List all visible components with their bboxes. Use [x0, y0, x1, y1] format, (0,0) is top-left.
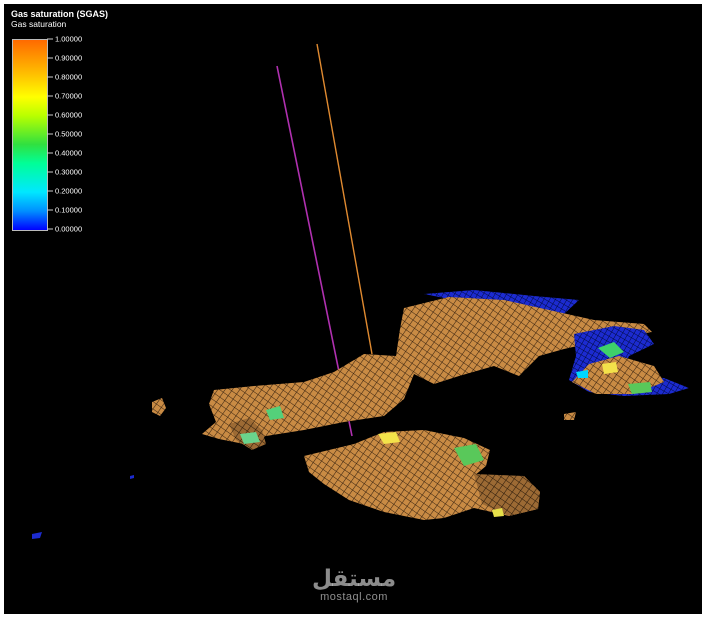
tick-label: 0.60000 — [55, 110, 83, 120]
tick-mark — [47, 38, 53, 40]
tick-mark — [47, 171, 53, 173]
tick-mark — [47, 95, 53, 97]
color-scale-ticks: 1.00000 0.90000 0.80000 0.70000 0.60000 0.500… — [47, 35, 117, 234]
watermark: مستقل mostaql.com — [304, 567, 404, 603]
tick-label: 0.40000 — [55, 148, 83, 158]
3d-viewport[interactable]: Gas saturation (SGAS) Gas saturation 1.0… — [4, 4, 702, 614]
legend-subtitle: Gas saturation — [11, 19, 67, 29]
tick-label: 0.30000 — [55, 167, 83, 177]
color-scale-tick: 0.30000 — [47, 168, 82, 177]
tick-mark — [47, 209, 53, 211]
color-scale-tick: 0.20000 — [47, 187, 82, 196]
tick-mark — [47, 228, 53, 230]
tick-label: 0.80000 — [55, 72, 83, 82]
tick-mark — [47, 76, 53, 78]
tick-mark — [47, 152, 53, 154]
watermark-logo-text: مستقل — [311, 566, 397, 592]
color-scale-tick: 1.00000 — [47, 35, 82, 44]
tick-mark — [47, 190, 53, 192]
tick-label: 0.90000 — [55, 53, 83, 63]
tick-label: 1.00000 — [55, 34, 83, 44]
tick-label: 0.50000 — [55, 129, 83, 139]
watermark-url: mostaql.com — [320, 591, 388, 603]
color-scale-tick: 0.60000 — [47, 111, 82, 120]
tick-label: 0.20000 — [55, 186, 83, 196]
color-scale-tick: 0.40000 — [47, 149, 82, 158]
tick-label: 0.00000 — [55, 224, 83, 234]
color-scale-bar — [12, 39, 48, 231]
color-scale-tick: 0.00000 — [47, 225, 82, 234]
color-scale-tick: 0.10000 — [47, 206, 82, 215]
tick-mark — [47, 57, 53, 59]
grid-patch-small-left — [152, 398, 166, 416]
color-scale-tick: 0.50000 — [47, 130, 82, 139]
tick-mark — [47, 133, 53, 135]
tick-mark — [47, 114, 53, 116]
tick-label: 0.10000 — [55, 205, 83, 215]
color-scale-tick: 0.70000 — [47, 92, 82, 101]
tick-label: 0.70000 — [55, 91, 83, 101]
legend-title: Gas saturation (SGAS) — [11, 9, 109, 19]
color-scale-tick: 0.80000 — [47, 73, 82, 82]
color-scale-tick: 0.90000 — [47, 54, 82, 63]
